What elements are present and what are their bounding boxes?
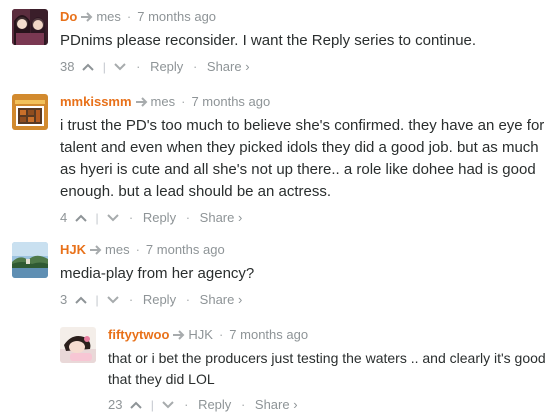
reply-button[interactable]: Reply bbox=[150, 58, 183, 76]
separator-dot: · bbox=[128, 209, 134, 225]
comment-header: HJK mes · 7 months ago bbox=[60, 242, 550, 258]
author-name[interactable]: mmkissmm bbox=[60, 94, 132, 109]
share-button[interactable]: Share › bbox=[200, 291, 243, 309]
downvote-icon[interactable] bbox=[107, 213, 119, 223]
downvote-icon[interactable] bbox=[114, 62, 127, 72]
separator-dot: · bbox=[185, 209, 191, 225]
comment-body: fiftyytwoo HJK · 7 months ago that or i bet… bbox=[108, 327, 550, 414]
separator-dot: · bbox=[192, 58, 198, 74]
reply-to-name[interactable]: mes bbox=[151, 94, 176, 109]
reply-button[interactable]: Reply bbox=[143, 209, 176, 227]
comment-body: mmkissmm mes · 7 months ago i trust the PD'… bbox=[60, 94, 550, 227]
comment-header: Do mes · 7 months ago bbox=[60, 9, 550, 25]
reply-button[interactable]: Reply bbox=[143, 291, 176, 309]
separator-dot: · bbox=[126, 9, 132, 24]
vote-divider: | bbox=[102, 59, 106, 74]
timestamp[interactable]: 7 months ago bbox=[191, 94, 270, 109]
comment-footer: 3 | · Reply · Share › bbox=[60, 290, 550, 309]
comment-header: mmkissmm mes · 7 months ago bbox=[60, 94, 550, 110]
separator-dot: · bbox=[136, 58, 141, 74]
comment-body: HJK mes · 7 months ago media-play from her … bbox=[60, 242, 550, 309]
share-button[interactable]: Share › bbox=[200, 209, 243, 227]
reply-arrow-icon bbox=[81, 12, 93, 22]
author-name[interactable]: fiftyytwoo bbox=[108, 327, 169, 342]
downvote-icon[interactable] bbox=[107, 295, 119, 305]
avatar[interactable] bbox=[12, 9, 48, 45]
vote-divider: | bbox=[150, 397, 154, 412]
comment-footer: 38 | · Reply · Share › bbox=[60, 57, 550, 76]
reply-to-name[interactable]: HJK bbox=[188, 327, 213, 342]
vote-count: 3 bbox=[60, 291, 68, 307]
comment-thread: Do mes · 7 months ago PDnims please reconsi… bbox=[0, 0, 550, 416]
reply-to-name[interactable]: mes bbox=[105, 242, 130, 257]
timestamp[interactable]: 7 months ago bbox=[137, 9, 216, 24]
separator-dot: · bbox=[240, 396, 246, 412]
avatar[interactable] bbox=[12, 94, 48, 130]
vote-count: 38 bbox=[60, 58, 75, 74]
reply-to-name[interactable]: mes bbox=[96, 9, 121, 24]
comment-text: that or i bet the producers just testing… bbox=[108, 350, 546, 387]
reply-arrow-icon bbox=[90, 245, 102, 255]
upvote-icon[interactable] bbox=[75, 213, 87, 223]
vote-divider: | bbox=[95, 210, 99, 225]
separator-dot: · bbox=[184, 396, 189, 412]
separator-dot: · bbox=[185, 291, 191, 307]
comment-header: fiftyytwoo HJK · 7 months ago bbox=[108, 327, 550, 343]
vote-count: 4 bbox=[60, 209, 68, 225]
upvote-icon[interactable] bbox=[130, 400, 142, 410]
author-name[interactable]: HJK bbox=[60, 242, 86, 257]
share-button[interactable]: Share › bbox=[207, 58, 250, 76]
comment-text: media-play from her agency? bbox=[60, 265, 255, 282]
separator-dot: · bbox=[218, 327, 224, 342]
vote-divider: | bbox=[95, 292, 99, 307]
comment-body: Do mes · 7 months ago PDnims please reconsi… bbox=[60, 9, 550, 76]
vote-count: 23 bbox=[108, 396, 123, 412]
comment-text: PDnims please reconsider. I want the Rep… bbox=[60, 32, 477, 49]
separator-dot: · bbox=[135, 242, 140, 257]
share-button[interactable]: Share › bbox=[255, 396, 298, 414]
comment-footer: 23 | · Reply · Share › bbox=[108, 395, 550, 414]
avatar[interactable] bbox=[12, 242, 48, 278]
timestamp[interactable]: 7 months ago bbox=[146, 242, 225, 257]
reply-button[interactable]: Reply bbox=[198, 396, 231, 414]
separator-dot: · bbox=[128, 291, 134, 307]
upvote-icon[interactable] bbox=[75, 295, 87, 305]
comment-text: i trust the PD's too much to believe she… bbox=[60, 117, 545, 200]
reply-arrow-icon bbox=[135, 97, 147, 107]
timestamp[interactable]: 7 months ago bbox=[229, 327, 308, 342]
upvote-icon[interactable] bbox=[82, 62, 94, 72]
comment-footer: 4 | · Reply · Share › bbox=[60, 208, 550, 227]
downvote-icon[interactable] bbox=[162, 400, 175, 410]
author-name[interactable]: Do bbox=[60, 9, 77, 24]
separator-dot: · bbox=[181, 94, 186, 109]
reply-arrow-icon bbox=[173, 330, 185, 340]
avatar[interactable] bbox=[60, 327, 96, 363]
